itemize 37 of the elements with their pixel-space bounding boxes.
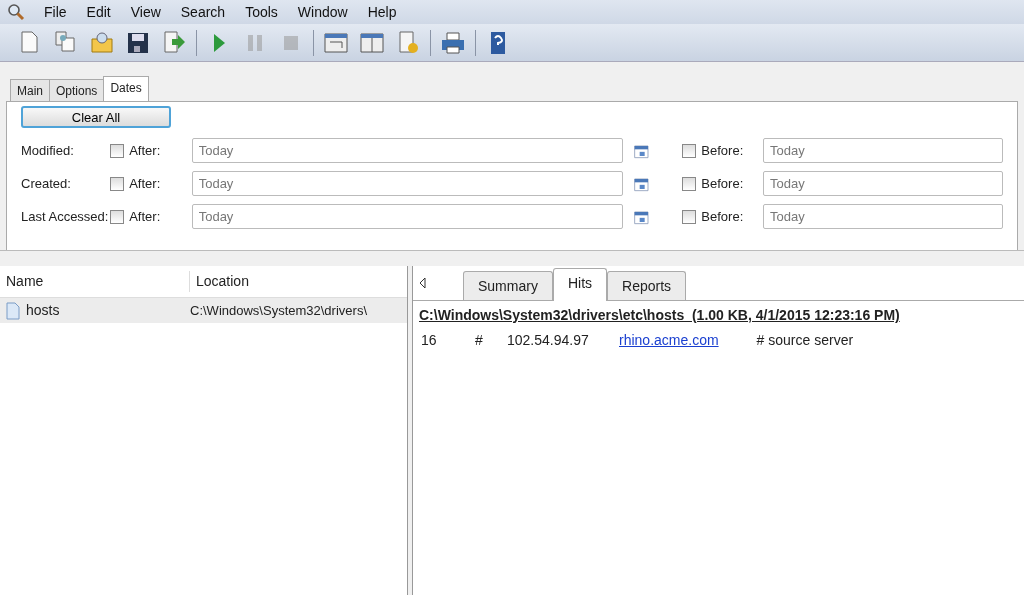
scroll-left-icon[interactable] <box>419 277 427 289</box>
file-row[interactable]: hosts C:\Windows\System32\drivers\ <box>0 298 407 323</box>
clear-all-button[interactable]: Clear All <box>21 106 171 128</box>
comment-text: # source server <box>756 331 854 350</box>
menu-item[interactable]: Help <box>357 1 407 23</box>
line-number: 16 <box>421 331 438 350</box>
field-label: Created: <box>21 174 72 193</box>
checkbox-label: After: <box>129 207 162 226</box>
menu-item[interactable]: Edit <box>76 1 121 23</box>
ip-address: 102.54.94.97 <box>507 331 590 350</box>
checkbox-label: After: <box>129 174 162 193</box>
file-icon <box>6 301 20 320</box>
checkbox-label: After: <box>129 141 162 160</box>
host-link[interactable]: rhino.acme.com <box>619 330 719 351</box>
column-header[interactable]: Name <box>0 271 190 292</box>
tab[interactable]: Reports <box>607 271 687 300</box>
file-name: hosts <box>26 301 61 320</box>
menu-item[interactable]: File <box>34 1 77 23</box>
menu-item[interactable]: View <box>120 1 171 23</box>
field-label: Last Accessed: <box>21 207 110 226</box>
tab[interactable]: Main <box>10 79 50 101</box>
menu-item[interactable]: Tools <box>235 1 288 23</box>
checkbox-label: Before: <box>701 141 745 160</box>
menu-item[interactable]: Window <box>287 1 358 23</box>
tab[interactable]: Options <box>49 79 105 101</box>
menu-item[interactable]: Search <box>170 1 236 23</box>
tab[interactable]: Dates <box>103 76 149 101</box>
checkbox-label: Before: <box>701 174 745 193</box>
tab[interactable]: Hits <box>552 268 608 301</box>
tab[interactable]: Summary <box>463 271 553 300</box>
search-icon <box>6 2 26 22</box>
column-header[interactable]: Location <box>190 271 400 292</box>
hash-mark: # <box>475 331 484 350</box>
checkbox-label: Before: <box>701 207 745 226</box>
field-label: Modified: <box>21 141 75 160</box>
file-location: C:\Windows\System32\drivers\ <box>190 301 367 320</box>
file-path-heading: C:\Windows\System32\drivers\etc\hosts (1.00 KB, 4/1/2015 12:23:16 PM) <box>418 306 901 325</box>
